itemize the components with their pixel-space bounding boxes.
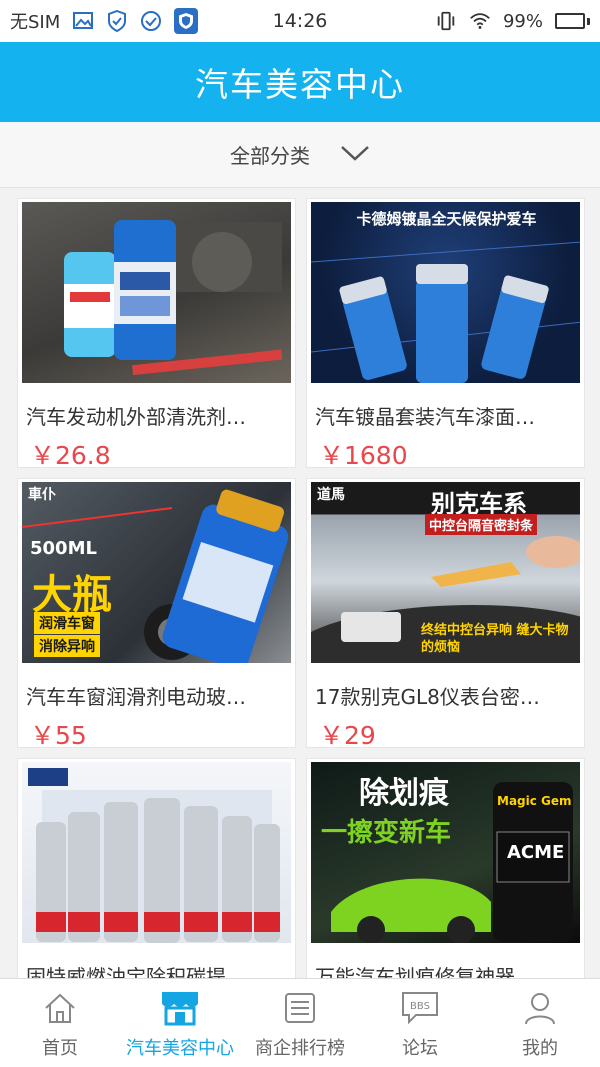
product-name: 固特威燃油宝除积碳提…	[26, 965, 246, 978]
product-label: ACME	[507, 842, 565, 863]
tab-home[interactable]: 首页	[0, 979, 120, 1067]
product-name: 17款别克GL8仪表台密…	[315, 685, 540, 709]
product-brand: 道馬	[317, 487, 345, 503]
product-image	[22, 202, 291, 383]
status-left: 无SIM	[10, 8, 199, 34]
tab-label: 汽车美容中心	[126, 1038, 234, 1059]
page-title: 汽车美容中心	[195, 65, 405, 104]
security-app-icon	[174, 8, 199, 34]
bottom-tab-bar: 首页 汽车美容中心 商企排行榜 BBS 论坛 我的	[0, 978, 600, 1067]
tab-label: 我的	[522, 1038, 558, 1059]
product-tag: 润滑车窗	[34, 612, 100, 634]
product-name: 汽车发动机外部清洗剂…	[26, 405, 246, 429]
tab-label: 首页	[42, 1038, 78, 1059]
product-image: 除划痕 一擦变新车 Magic Gem ACME	[311, 762, 580, 943]
product-card[interactable]: 道馬 别克车系 中控台隔音密封条 终结中控台异响 缝大卡物的烦恼 17款别克GL…	[306, 478, 585, 748]
product-image	[22, 762, 291, 943]
status-right: 99%	[435, 10, 590, 32]
product-brand: 車仆	[28, 487, 56, 503]
tab-beauty-center[interactable]: 汽车美容中心	[120, 979, 240, 1067]
product-price: ￥1680	[319, 441, 408, 468]
category-filter-label: 全部分类	[230, 144, 310, 168]
shield-check-icon	[106, 10, 128, 32]
product-card[interactable]: 車仆 500ML 大瓶 润滑车窗 消除异响 汽车车窗润滑剂电动玻… ￥55	[17, 478, 296, 748]
category-filter[interactable]: 全部分类	[0, 122, 600, 188]
product-image: 車仆 500ML 大瓶 润滑车窗 消除异响	[22, 482, 291, 663]
list-icon	[278, 988, 322, 1028]
carrier-label: 无SIM	[10, 12, 61, 33]
status-bar: 无SIM 14:26 99%	[0, 0, 600, 42]
product-name: 汽车车窗润滑剂电动玻…	[26, 685, 246, 709]
product-grid: 汽车发动机外部清洗剂… ￥26.8 卡德姆镀晶全天候保护爱车 汽车镀晶套装汽车漆…	[17, 198, 585, 978]
tab-profile[interactable]: 我的	[480, 979, 600, 1067]
product-name: 汽车镀晶套装汽车漆面…	[315, 405, 535, 429]
bbs-icon: BBS	[398, 988, 442, 1028]
product-subtitle: 一擦变新车	[321, 818, 452, 848]
product-card[interactable]: 卡德姆镀晶全天候保护爱车 汽车镀晶套装汽车漆面… ￥1680	[306, 198, 585, 468]
store-icon	[158, 988, 202, 1028]
product-name: 万能汽车划痕修复神器…	[315, 965, 535, 978]
product-card[interactable]: 除划痕 一擦变新车 Magic Gem ACME 万能汽车划痕修复神器…	[306, 758, 585, 978]
product-price: ￥29	[319, 721, 376, 748]
product-card[interactable]: 汽车发动机外部清洗剂… ￥26.8	[17, 198, 296, 468]
battery-icon	[555, 13, 590, 29]
product-image: 卡德姆镀晶全天候保护爱车	[311, 202, 580, 383]
product-price: ￥55	[30, 721, 87, 748]
battery-percent: 99%	[502, 10, 543, 32]
product-brand: Magic Gem	[497, 794, 572, 808]
product-volume: 500ML	[30, 538, 97, 559]
product-banner-text: 卡德姆镀晶全天候保护爱车	[356, 210, 537, 228]
home-icon	[38, 988, 82, 1028]
tab-ranking[interactable]: 商企排行榜	[240, 979, 360, 1067]
vibrate-icon	[435, 10, 457, 32]
check-circle-icon	[140, 10, 162, 32]
user-icon	[518, 988, 562, 1028]
tab-label: 论坛	[402, 1038, 438, 1059]
product-caption: 终结中控台异响 缝大卡物的烦恼	[421, 623, 569, 655]
chevron-down-icon	[340, 143, 370, 167]
image-icon	[72, 10, 94, 32]
product-price: ￥26.8	[30, 441, 111, 468]
product-card[interactable]: 固特威燃油宝除积碳提…	[17, 758, 296, 978]
svg-text:BBS: BBS	[410, 1001, 430, 1012]
tab-forum[interactable]: BBS 论坛	[360, 979, 480, 1067]
app-header: 汽车美容中心	[0, 42, 600, 122]
wifi-icon	[469, 10, 491, 32]
product-subtitle: 中控台隔音密封条	[425, 514, 538, 535]
product-tag: 消除异响	[34, 635, 100, 657]
tab-label: 商企排行榜	[255, 1038, 345, 1059]
product-image: 道馬 别克车系 中控台隔音密封条 终结中控台异响 缝大卡物的烦恼	[311, 482, 580, 663]
product-headline: 除划痕	[359, 776, 449, 811]
